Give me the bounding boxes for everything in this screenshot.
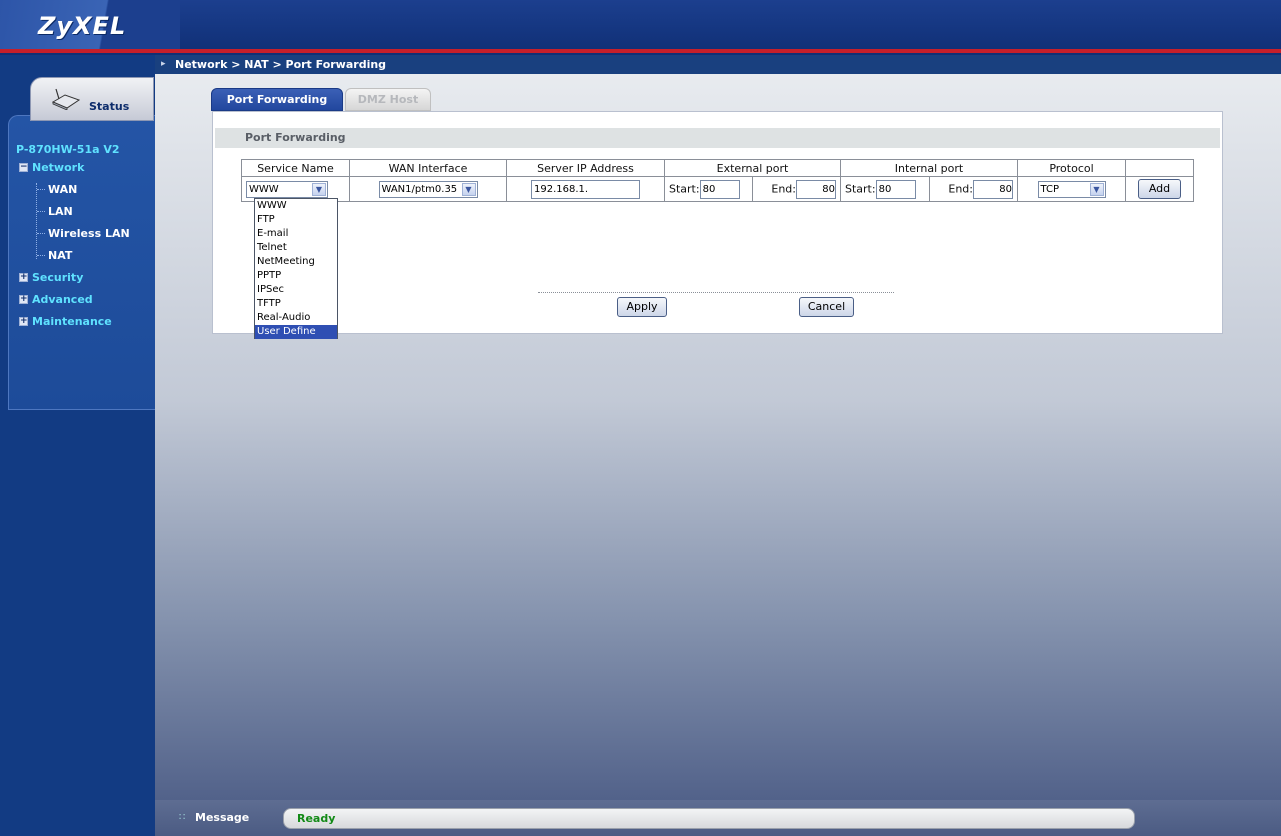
protocol-value: TCP <box>1040 183 1060 195</box>
cancel-button[interactable]: Cancel <box>799 297 854 317</box>
tree-branch <box>37 233 45 234</box>
dropdown-option[interactable]: E-mail <box>255 227 337 241</box>
sidebar-item-advanced[interactable]: Advanced <box>32 293 93 306</box>
dropdown-option-highlighted[interactable]: User Define <box>255 325 337 339</box>
advanced-expand-icon[interactable]: + <box>19 295 28 304</box>
status-bar: ∷ Message Ready <box>155 800 1281 836</box>
network-collapse-icon[interactable]: − <box>19 163 28 172</box>
sidebar-item-wireless-lan[interactable]: Wireless LAN <box>48 227 130 240</box>
internal-start-input[interactable]: 80 <box>875 179 916 199</box>
internal-end-label: End: <box>948 182 973 195</box>
tree-branch <box>37 211 45 212</box>
column-header: External port <box>664 159 841 177</box>
table-row: WWW ▼ WAN1/ptm0.35 ▼ 192.168.1. Start: 80 <box>241 176 1194 202</box>
tab-dmz-host[interactable]: DMZ Host <box>345 88 431 111</box>
sidebar-item-nat[interactable]: NAT <box>48 249 72 262</box>
router-icon <box>51 88 81 110</box>
external-end-input[interactable]: 80 <box>796 179 836 199</box>
port-forwarding-panel: Port Forwarding Service Name WAN Interfa… <box>212 111 1223 334</box>
dropdown-option[interactable]: FTP <box>255 213 337 227</box>
chevron-down-icon: ▼ <box>312 182 326 196</box>
tree-branch <box>37 189 45 190</box>
message-grid-icon: ∷ <box>179 812 186 823</box>
sidebar-item-maintenance[interactable]: Maintenance <box>32 315 112 328</box>
dropdown-option[interactable]: PPTP <box>255 269 337 283</box>
maintenance-expand-icon[interactable]: + <box>19 317 28 326</box>
service-name-dropdown-list: WWW FTP E-mail Telnet NetMeeting PPTP IP… <box>254 198 338 339</box>
column-header: Server IP Address <box>506 159 665 177</box>
dropdown-option[interactable]: Real-Audio <box>255 311 337 325</box>
chevron-down-icon: ▼ <box>1089 182 1104 196</box>
service-name-value: WWW <box>249 183 279 195</box>
sidebar-item-network[interactable]: Network <box>32 161 84 174</box>
main-content: Port Forwarding DMZ Host Port Forwarding… <box>155 74 1281 800</box>
header: ZyXEL <box>0 0 1281 55</box>
external-end-label: End: <box>771 182 796 195</box>
tree-line <box>36 183 37 259</box>
wan-interface-value: WAN1/ptm0.35 <box>381 183 458 195</box>
breadcrumb: Network > NAT > Port Forwarding <box>175 58 387 71</box>
dropdown-option[interactable]: Telnet <box>255 241 337 255</box>
device-model: P-870HW-51a V2 <box>16 143 120 156</box>
internal-start-label: Start: <box>845 182 876 195</box>
chevron-down-icon: ▼ <box>461 182 476 196</box>
add-button[interactable]: Add <box>1138 179 1181 199</box>
tab-port-forwarding[interactable]: Port Forwarding <box>211 88 343 111</box>
column-header-empty <box>1125 159 1194 177</box>
panel-title-bar: Port Forwarding <box>215 128 1220 148</box>
column-header: Internal port <box>840 159 1018 177</box>
panel-title: Port Forwarding <box>245 131 346 144</box>
sidebar-item-lan[interactable]: LAN <box>48 205 73 218</box>
protocol-select[interactable]: TCP ▼ <box>1037 180 1106 198</box>
server-ip-input[interactable]: 192.168.1. <box>531 179 640 199</box>
dropdown-option[interactable]: WWW <box>255 199 337 213</box>
security-expand-icon[interactable]: + <box>19 273 28 282</box>
dropdown-option[interactable]: IPSec <box>255 283 337 297</box>
port-forwarding-table: Service Name WAN Interface Server IP Add… <box>241 159 1194 202</box>
zyxel-logo: ZyXEL <box>38 12 127 40</box>
dropdown-option[interactable]: NetMeeting <box>255 255 337 269</box>
column-header: Protocol <box>1017 159 1126 177</box>
tree-branch <box>37 255 45 256</box>
header-divider <box>0 49 1281 53</box>
internal-end-input[interactable]: 80 <box>973 179 1013 199</box>
breadcrumb-bar: ▸ Network > NAT > Port Forwarding <box>155 55 1281 74</box>
external-start-input[interactable]: 80 <box>699 179 740 199</box>
dropdown-option[interactable]: TFTP <box>255 297 337 311</box>
breadcrumb-arrow-icon: ▸ <box>161 59 166 69</box>
apply-button[interactable]: Apply <box>617 297 667 317</box>
nav-panel <box>8 115 155 410</box>
sidebar-item-wan[interactable]: WAN <box>48 183 77 196</box>
column-header: Service Name <box>241 159 350 177</box>
divider <box>538 292 894 293</box>
service-name-select[interactable]: WWW ▼ <box>246 180 328 198</box>
status-tab-label: Status <box>89 100 130 113</box>
sidebar-item-security[interactable]: Security <box>32 271 83 284</box>
left-navigation: Status P-870HW-51a V2 − Network WAN LAN … <box>0 55 155 836</box>
message-box: Ready <box>283 808 1135 829</box>
status-tab[interactable]: Status <box>30 77 154 121</box>
message-label: Message <box>195 811 250 824</box>
external-start-label: Start: <box>669 182 700 195</box>
status-text: Ready <box>297 812 336 825</box>
wan-interface-select[interactable]: WAN1/ptm0.35 ▼ <box>378 180 478 198</box>
column-header: WAN Interface <box>349 159 507 177</box>
